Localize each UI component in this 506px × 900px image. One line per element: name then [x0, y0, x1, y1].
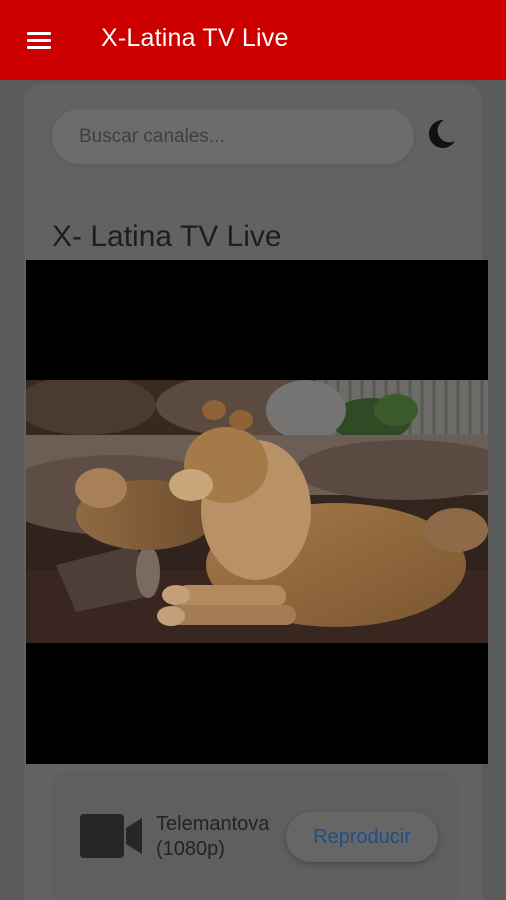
app-bar: X-Latina TV Live — [0, 0, 506, 80]
hamburger-menu-icon[interactable] — [24, 28, 56, 54]
search-input[interactable] — [52, 109, 414, 164]
video-player[interactable] — [26, 260, 488, 764]
app-title: X-Latina TV Live — [101, 24, 289, 52]
player-section-title: X- Latina TV Live — [52, 220, 282, 253]
play-button[interactable]: Reproducir — [286, 812, 438, 862]
video-camera-icon — [80, 814, 144, 858]
channel-name: Telemantova (1080p) — [156, 813, 270, 860]
moon-icon[interactable] — [424, 117, 458, 151]
lions-resting-image — [26, 380, 488, 643]
